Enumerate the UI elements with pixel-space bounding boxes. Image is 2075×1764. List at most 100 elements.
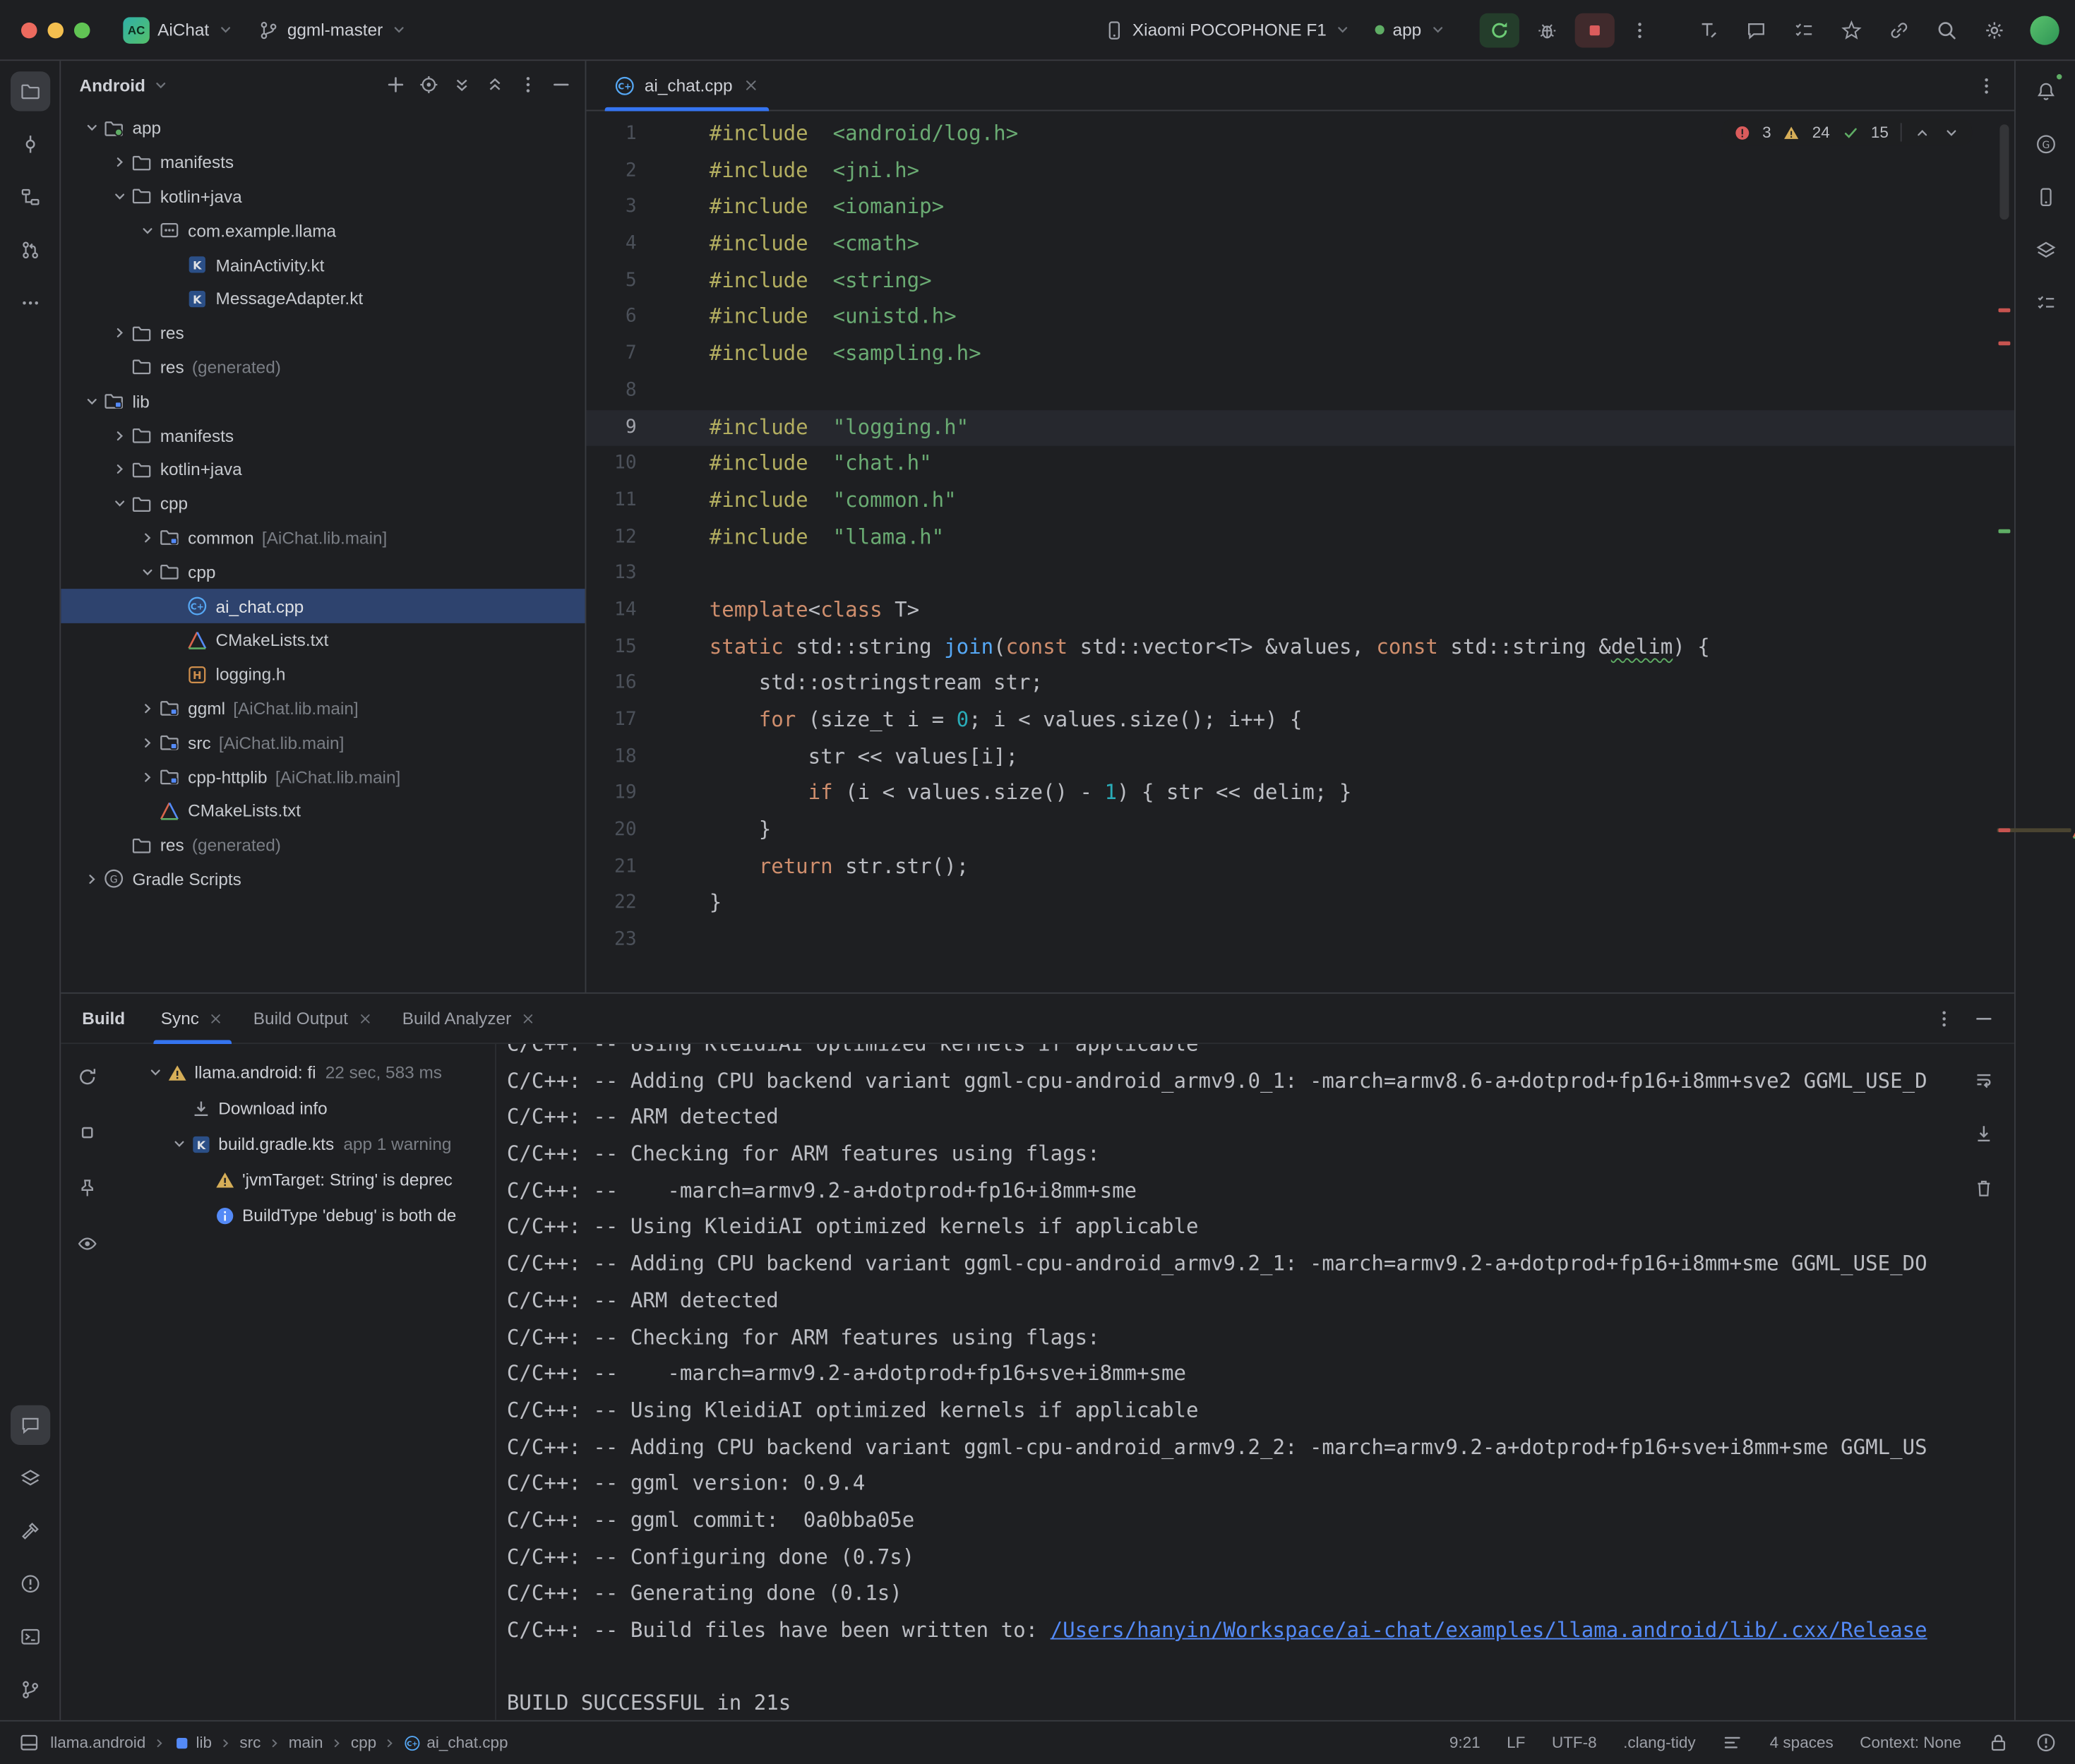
settings-button[interactable] bbox=[1978, 13, 2012, 47]
settings-sync-button[interactable] bbox=[1882, 13, 1917, 47]
toolwindow-toggle-icon[interactable] bbox=[18, 1732, 40, 1753]
line-number[interactable]: 3 bbox=[586, 190, 636, 227]
build-toolwindow-title[interactable]: Build bbox=[61, 1008, 146, 1028]
tree-chevron-icon[interactable] bbox=[111, 427, 128, 444]
line-number[interactable]: 2 bbox=[586, 153, 636, 190]
notifications-button[interactable] bbox=[2026, 71, 2065, 111]
tree-item-messageadapter-kt[interactable]: KMessageAdapter.kt bbox=[61, 282, 585, 316]
project-widget[interactable]: AC AiChat bbox=[114, 11, 244, 48]
lock-icon[interactable] bbox=[1987, 1732, 2009, 1753]
tree-item-com-example-llama[interactable]: com.example.llama bbox=[61, 214, 585, 248]
build-tab-build-analyzer[interactable]: Build Analyzer bbox=[388, 994, 551, 1043]
tree-item-app[interactable]: app bbox=[61, 111, 585, 145]
code-style-icon[interactable] bbox=[1722, 1732, 1743, 1753]
close-window-button[interactable] bbox=[21, 22, 37, 37]
inspections-widget[interactable]: 3 24 15 bbox=[1721, 119, 1972, 145]
logcat-button[interactable] bbox=[10, 1405, 49, 1445]
tree-item-ggml[interactable]: ggml[AiChat.lib.main] bbox=[61, 692, 585, 726]
caret-position[interactable]: 9:21 bbox=[1449, 1734, 1481, 1752]
line-number[interactable]: 23 bbox=[586, 923, 636, 959]
build-tree-item-jvmtarget-string-is-deprec[interactable]: 'jvmTarget: String' is deprec bbox=[114, 1162, 495, 1198]
line-number[interactable]: 18 bbox=[586, 739, 636, 776]
vcs-branch-widget[interactable]: ggml-master bbox=[249, 14, 417, 46]
line-number[interactable]: 19 bbox=[586, 776, 636, 812]
maximize-window-button[interactable] bbox=[74, 22, 90, 37]
editor-options-button[interactable] bbox=[1969, 68, 2004, 103]
more-run-actions-button[interactable] bbox=[1622, 13, 1657, 47]
build-tab-build-output[interactable]: Build Output bbox=[239, 994, 388, 1043]
device-manager-button[interactable] bbox=[2026, 177, 2065, 217]
build-tree-item-buildtype-debug-is-both-de[interactable]: BuildType 'debug' is both de bbox=[114, 1197, 495, 1233]
more-button[interactable] bbox=[512, 68, 544, 100]
tree-item-cpp-httplib[interactable]: cpp-httplib[AiChat.lib.main] bbox=[61, 760, 585, 793]
show-options-button[interactable] bbox=[70, 1227, 104, 1261]
commit-button[interactable] bbox=[10, 124, 49, 164]
build-tab-sync[interactable]: Sync bbox=[146, 994, 239, 1043]
device-selector[interactable]: Xiaomi POCOPHONE F1 bbox=[1094, 14, 1361, 46]
soft-wrap-button[interactable] bbox=[1967, 1062, 2002, 1097]
line-number[interactable]: 14 bbox=[586, 593, 636, 630]
tree-item-logging-h[interactable]: Hlogging.h bbox=[61, 657, 585, 691]
line-number[interactable]: 20 bbox=[586, 812, 636, 849]
line-number[interactable]: 5 bbox=[586, 263, 636, 300]
add-button[interactable] bbox=[380, 68, 412, 100]
build-output-path-link[interactable]: /Users/hanyin/Workspace/ai-chat/examples… bbox=[1051, 1619, 1927, 1643]
previous-problem-button[interactable] bbox=[1914, 124, 1931, 140]
resource-manager-button[interactable] bbox=[10, 1458, 49, 1498]
editor-scrollbar-thumb[interactable] bbox=[1999, 124, 2009, 220]
line-number[interactable]: 9 bbox=[586, 409, 636, 446]
search-everywhere-button[interactable] bbox=[1930, 13, 1964, 47]
tree-chevron-icon[interactable] bbox=[138, 700, 155, 716]
clang-tidy-widget[interactable]: .clang-tidy bbox=[1623, 1734, 1696, 1752]
pin-tab-button[interactable] bbox=[70, 1171, 104, 1206]
breadcrumb-lib[interactable]: lib bbox=[174, 1734, 212, 1752]
problems-button[interactable] bbox=[10, 1564, 49, 1604]
breadcrumb-src[interactable]: src bbox=[239, 1734, 261, 1752]
close-tab-icon[interactable] bbox=[520, 1010, 536, 1026]
app-inspection-button[interactable] bbox=[2026, 283, 2065, 323]
version-control-button[interactable] bbox=[10, 1670, 49, 1710]
line-number[interactable]: 12 bbox=[586, 520, 636, 556]
user-avatar[interactable] bbox=[2030, 16, 2059, 44]
close-tab-icon[interactable] bbox=[208, 1010, 224, 1026]
tree-item-ai-chat-cpp[interactable]: C+ai_chat.cpp bbox=[61, 589, 585, 623]
tree-item-cmakelists-txt[interactable]: CMakeLists.txt bbox=[61, 623, 585, 657]
rerun-button[interactable] bbox=[1480, 13, 1519, 47]
clear-all-button[interactable] bbox=[1967, 1171, 2002, 1206]
close-tab-icon[interactable] bbox=[742, 77, 759, 94]
tree-item-res[interactable]: res(generated) bbox=[61, 350, 585, 384]
collapse-all-button[interactable] bbox=[479, 68, 511, 100]
tree-chevron-icon[interactable] bbox=[138, 222, 155, 239]
line-number[interactable]: 13 bbox=[586, 556, 636, 593]
todo-list-button[interactable] bbox=[1787, 13, 1822, 47]
gradle-button[interactable]: G bbox=[2026, 124, 2065, 164]
tree-item-manifests[interactable]: manifests bbox=[61, 419, 585, 452]
minimize-window-button[interactable] bbox=[47, 22, 63, 37]
tree-item-cpp[interactable]: cpp bbox=[61, 486, 585, 520]
line-number[interactable]: 16 bbox=[586, 666, 636, 702]
tree-chevron-icon[interactable] bbox=[111, 325, 128, 342]
stop-button[interactable] bbox=[1575, 13, 1615, 47]
tree-chevron-icon[interactable] bbox=[83, 119, 100, 136]
tree-item-common[interactable]: common[AiChat.lib.main] bbox=[61, 521, 585, 555]
ai-chat-button[interactable] bbox=[1739, 13, 1774, 47]
build-tree-item-build-gradle-kts[interactable]: Kbuild.gradle.ktsapp 1 warning bbox=[114, 1126, 495, 1162]
scroll-to-end-button[interactable] bbox=[1967, 1117, 2002, 1151]
project-view-title[interactable]: Android bbox=[79, 75, 145, 95]
line-number[interactable]: 10 bbox=[586, 446, 636, 483]
tree-chevron-icon[interactable] bbox=[111, 154, 128, 171]
project-button[interactable] bbox=[10, 71, 49, 111]
line-number[interactable]: 8 bbox=[586, 373, 636, 409]
run-configuration-selector[interactable]: app bbox=[1366, 15, 1456, 45]
tree-chevron-icon[interactable] bbox=[138, 529, 155, 546]
pull-requests-button[interactable] bbox=[10, 230, 49, 270]
line-number[interactable]: 15 bbox=[586, 630, 636, 666]
stop-sync-button[interactable] bbox=[70, 1115, 104, 1150]
tree-chevron-icon[interactable] bbox=[83, 392, 100, 409]
tree-item-kotlin-java[interactable]: kotlin+java bbox=[61, 452, 585, 486]
terminal-button[interactable] bbox=[10, 1617, 49, 1657]
debug-button[interactable] bbox=[1527, 13, 1567, 47]
line-number[interactable]: 7 bbox=[586, 336, 636, 373]
structure-button[interactable] bbox=[10, 177, 49, 217]
tree-chevron-icon[interactable] bbox=[138, 563, 155, 580]
